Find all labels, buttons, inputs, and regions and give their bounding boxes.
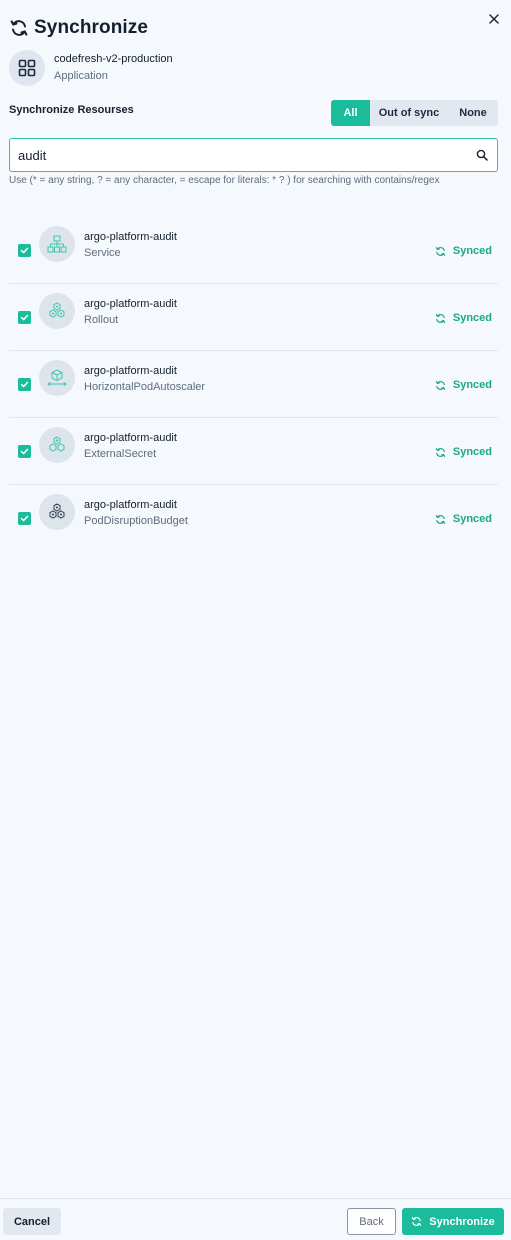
resource-name: argo-platform-audit <box>84 231 177 243</box>
search-input[interactable] <box>18 146 458 164</box>
synchronize-button[interactable]: Synchronize <box>402 1208 504 1235</box>
resource-kind: ExternalSecret <box>84 448 157 460</box>
resource-list: argo-platform-audit Service Synced argo-… <box>9 217 498 552</box>
search-icon[interactable] <box>476 149 488 161</box>
filter-all-button[interactable]: All <box>331 100 370 126</box>
panel-header: Synchronize <box>9 17 148 39</box>
close-icon[interactable] <box>487 12 501 26</box>
resource-row: argo-platform-audit Service Synced <box>9 217 498 284</box>
resource-name: argo-platform-audit <box>84 499 177 511</box>
checkmark-icon <box>20 381 29 388</box>
cancel-button[interactable]: Cancel <box>3 1208 61 1235</box>
synced-icon <box>435 514 445 524</box>
resource-kind: HorizontalPodAutoscaler <box>84 381 206 393</box>
search-hint: Use (* = any string, ? = any character, … <box>9 175 440 186</box>
status-label: Synced <box>452 312 492 324</box>
status-label: Synced <box>452 379 492 391</box>
back-button[interactable]: Back <box>347 1208 396 1235</box>
checkmark-icon <box>20 314 29 321</box>
sync-icon <box>10 20 28 36</box>
resource-name: argo-platform-audit <box>84 432 177 444</box>
rollout-icon <box>39 293 75 329</box>
resource-filter-group: All Out of sync None <box>331 100 498 126</box>
sync-icon <box>412 1217 422 1226</box>
application-name: codefresh-v2-production <box>54 53 173 65</box>
status-label: Synced <box>452 245 492 257</box>
page-title: Synchronize <box>34 17 149 38</box>
synced-icon <box>435 380 445 390</box>
external-secret-icon <box>39 427 75 463</box>
resource-kind: PodDisruptionBudget <box>84 515 188 527</box>
resource-kind: Service <box>84 247 121 259</box>
resource-name: argo-platform-audit <box>84 365 177 377</box>
resource-checkbox[interactable] <box>18 378 31 391</box>
hpa-icon <box>39 360 75 396</box>
filter-none-button[interactable]: None <box>448 100 498 126</box>
application-type: Application <box>54 70 108 82</box>
resource-checkbox[interactable] <box>18 512 31 525</box>
synchronize-button-label: Synchronize <box>429 1215 495 1228</box>
filter-out-of-sync-button[interactable]: Out of sync <box>370 100 448 126</box>
status-badge: Synced <box>435 513 492 525</box>
resources-section-label: Synchronize Resourses <box>9 104 134 116</box>
synced-icon <box>435 447 445 457</box>
status-badge: Synced <box>435 446 492 458</box>
resource-checkbox[interactable] <box>18 445 31 458</box>
resource-checkbox[interactable] <box>18 244 31 257</box>
service-icon <box>39 226 75 262</box>
synced-icon <box>435 313 445 323</box>
resource-row: argo-platform-audit ExternalSecret Synce… <box>9 418 498 485</box>
pdb-icon <box>39 494 75 530</box>
resource-row: argo-platform-audit PodDisruptionBudget … <box>9 485 498 552</box>
resource-kind: Rollout <box>84 314 119 326</box>
resource-name: argo-platform-audit <box>84 298 177 310</box>
resource-checkbox[interactable] <box>18 311 31 324</box>
status-label: Synced <box>452 446 492 458</box>
search-box <box>9 138 498 172</box>
status-badge: Synced <box>435 312 492 324</box>
synced-icon <box>435 246 445 256</box>
checkmark-icon <box>20 515 29 522</box>
application-avatar <box>9 50 45 86</box>
resource-row: argo-platform-audit Rollout Synced <box>9 284 498 351</box>
checkmark-icon <box>20 247 29 254</box>
status-badge: Synced <box>435 245 492 257</box>
checkmark-icon <box>20 448 29 455</box>
footer: Cancel Back Synchronize <box>0 1198 511 1240</box>
status-badge: Synced <box>435 379 492 391</box>
grid-icon <box>18 59 36 77</box>
application-info: codefresh-v2-production Application <box>9 50 173 86</box>
status-label: Synced <box>452 513 492 525</box>
resource-row: argo-platform-audit HorizontalPodAutosca… <box>9 351 498 418</box>
